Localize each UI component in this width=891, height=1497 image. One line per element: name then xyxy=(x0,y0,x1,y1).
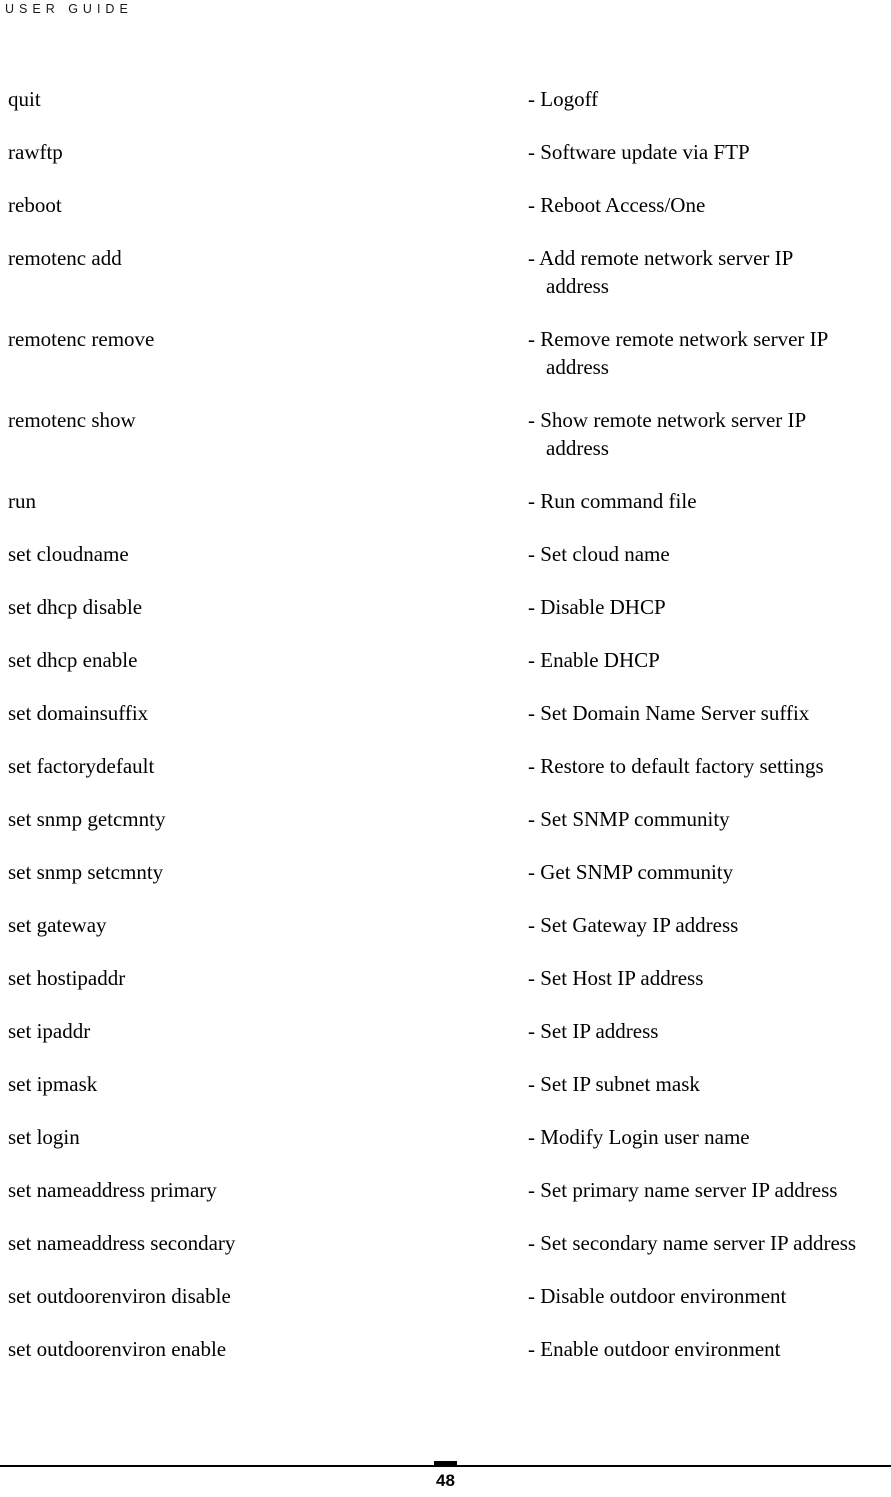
command-row: set dhcp enable - Enable DHCP xyxy=(0,646,891,674)
command-row: rawftp - Software update via FTP xyxy=(0,138,891,166)
command-row: reboot - Reboot Access/One xyxy=(0,191,891,219)
command-description: - Enable DHCP xyxy=(528,648,660,672)
command-name: set outdoorenviron disable xyxy=(8,1284,231,1308)
command-row: quit - Logoff xyxy=(0,85,891,113)
command-name: set outdoorenviron enable xyxy=(8,1337,227,1361)
document-page: USER GUIDE quit - Logoff rawftp - Software … xyxy=(0,0,891,1497)
command-row: set nameaddress primary - Set primary nam… xyxy=(0,1176,891,1204)
command-description: - Modify Login user name xyxy=(528,1125,750,1149)
command-row: set snmp setcmnty - Get SNMP community xyxy=(0,858,891,886)
command-name: set factorydefault xyxy=(8,754,155,778)
command-description: - Set SNMP community xyxy=(528,807,730,831)
command-row: set gateway - Set Gateway IP address xyxy=(0,911,891,939)
command-description: - Get SNMP community xyxy=(528,860,734,884)
command-name: set snmp getcmnty xyxy=(8,807,166,831)
page-number: 48 xyxy=(436,1471,455,1490)
command-name: set dhcp disable xyxy=(8,595,143,619)
command-description: - Set Domain Name Server suffix xyxy=(528,701,810,725)
footer-rule-marker xyxy=(434,1461,457,1467)
command-description: - Disable DHCP xyxy=(528,595,666,619)
command-name: remotenc remove xyxy=(8,327,155,351)
command-name: rawftp xyxy=(8,140,63,164)
command-reference-list: quit - Logoff rawftp - Software update via … xyxy=(0,85,891,1388)
command-name: set gateway xyxy=(8,913,107,937)
command-description-line: - Show remote network server IP xyxy=(528,408,807,432)
command-name: set ipmask xyxy=(8,1072,98,1096)
command-name: run xyxy=(8,489,36,513)
command-description: - Enable outdoor environment xyxy=(528,1337,781,1361)
command-row: set domainsuffix - Set Domain Name Server… xyxy=(0,699,891,727)
command-name: reboot xyxy=(8,193,62,217)
command-row: set dhcp disable - Disable DHCP xyxy=(0,593,891,621)
command-name: set cloudname xyxy=(8,542,129,566)
command-row: set snmp getcmnty - Set SNMP community xyxy=(0,805,891,833)
running-header: USER GUIDE xyxy=(5,2,133,16)
command-name: set nameaddress primary xyxy=(8,1178,217,1202)
command-description-line: - Add remote network server IP xyxy=(528,246,794,270)
command-description: - Software update via FTP xyxy=(528,140,750,164)
command-description-continuation: address xyxy=(546,355,609,379)
command-name: set domainsuffix xyxy=(8,701,149,725)
command-description: - Logoff xyxy=(528,87,599,111)
command-row: remotenc remove - Remove remote network s… xyxy=(0,325,891,381)
command-name: quit xyxy=(8,87,41,111)
command-name: set login xyxy=(8,1125,80,1149)
command-row: set nameaddress secondary - Set secondary… xyxy=(0,1229,891,1257)
command-row: set ipmask - Set IP subnet mask xyxy=(0,1070,891,1098)
command-row: set hostipaddr - Set Host IP address xyxy=(0,964,891,992)
command-description: - Set cloud name xyxy=(528,542,670,566)
command-row: remotenc show - Show remote network serve… xyxy=(0,406,891,462)
command-description: - Restore to default factory settings xyxy=(528,754,824,778)
command-row: set outdoorenviron enable - Enable outdoo… xyxy=(0,1335,891,1363)
command-description: - Set Gateway IP address xyxy=(528,913,739,937)
command-name: remotenc add xyxy=(8,246,122,270)
command-name: set ipaddr xyxy=(8,1019,91,1043)
command-row: set login - Modify Login user name xyxy=(0,1123,891,1151)
page-footer: 48 xyxy=(0,1437,891,1497)
command-name: set snmp setcmnty xyxy=(8,860,164,884)
command-description: - Disable outdoor environment xyxy=(528,1284,787,1308)
command-row: set ipaddr - Set IP address xyxy=(0,1017,891,1045)
command-description: - Remove remote network server IP address xyxy=(528,325,888,381)
command-description: - Set primary name server IP address xyxy=(528,1178,838,1202)
command-row: set cloudname - Set cloud name xyxy=(0,540,891,568)
command-name: remotenc show xyxy=(8,408,136,432)
command-description: - Set IP address xyxy=(528,1019,659,1043)
command-description: - Set secondary name server IP address xyxy=(528,1231,857,1255)
command-name: set hostipaddr xyxy=(8,966,126,990)
command-name: set nameaddress secondary xyxy=(8,1231,236,1255)
command-name: set dhcp enable xyxy=(8,648,138,672)
command-description: - Reboot Access/One xyxy=(528,193,706,217)
command-description: - Set IP subnet mask xyxy=(528,1072,700,1096)
command-description-continuation: address xyxy=(546,436,609,460)
command-description-line: - Remove remote network server IP xyxy=(528,327,829,351)
command-row: set factorydefault - Restore to default f… xyxy=(0,752,891,780)
command-description-continuation: address xyxy=(546,274,609,298)
command-row: remotenc add - Add remote network server … xyxy=(0,244,891,300)
command-description: - Add remote network server IP address xyxy=(528,244,888,300)
command-description: - Show remote network server IP address xyxy=(528,406,888,462)
command-row: run - Run command file xyxy=(0,487,891,515)
command-row: set outdoorenviron disable - Disable outd… xyxy=(0,1282,891,1310)
command-description: - Set Host IP address xyxy=(528,966,704,990)
command-description: - Run command file xyxy=(528,489,697,513)
